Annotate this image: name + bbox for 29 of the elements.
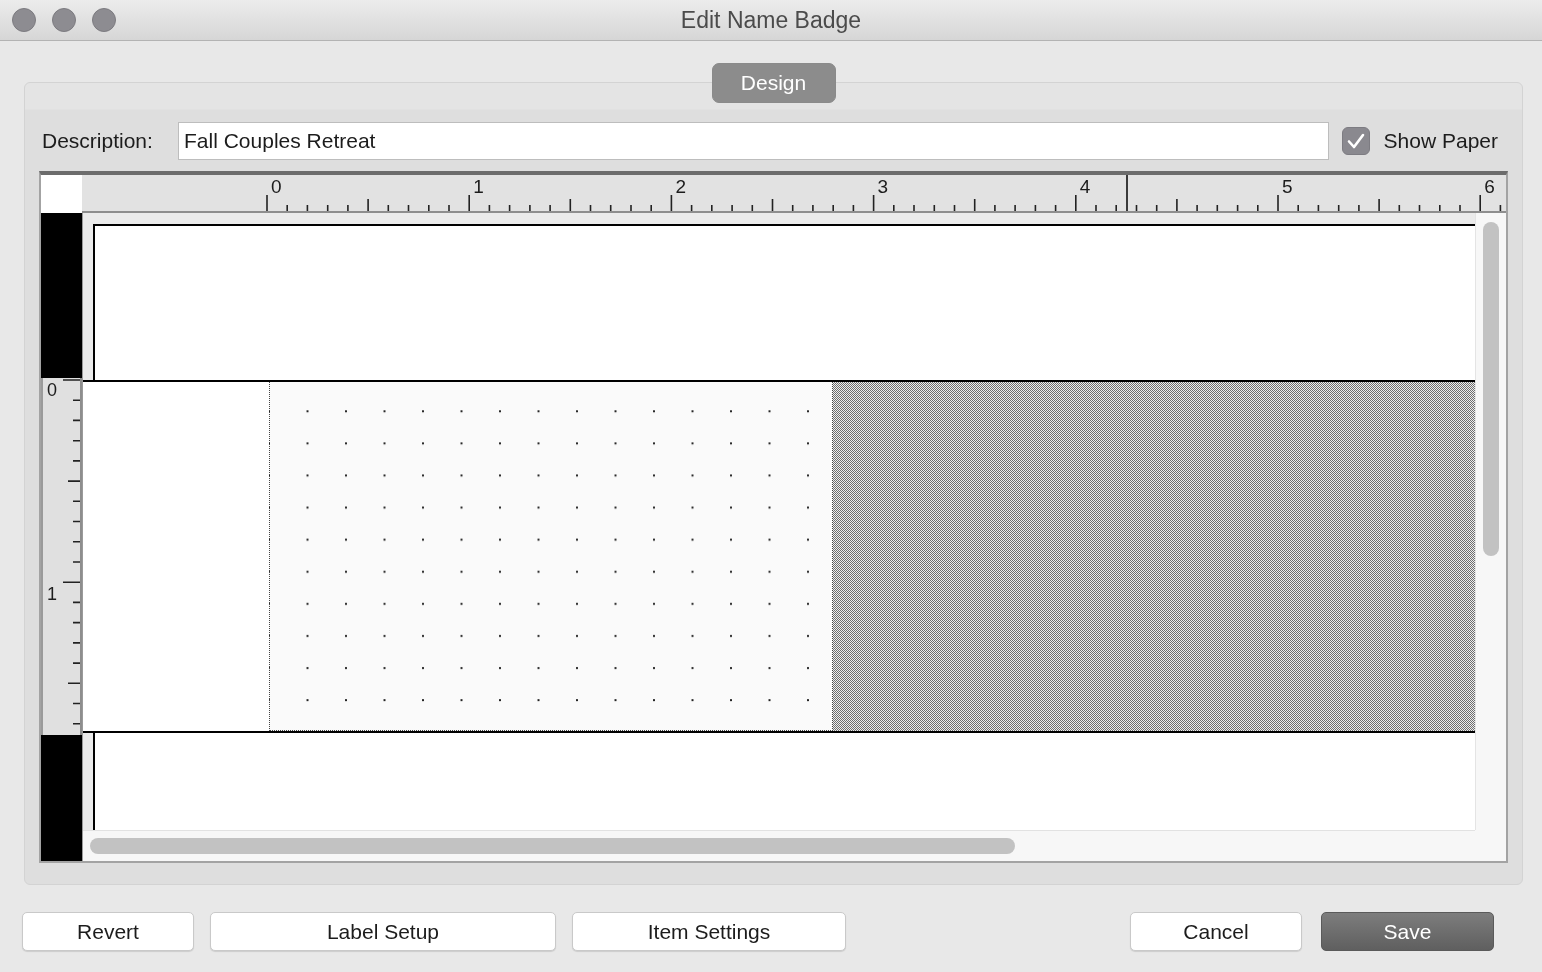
dialog-button[interactable]: Item Settings — [572, 912, 846, 951]
checkmark-icon — [1346, 133, 1365, 149]
ruler-label: 1 — [47, 585, 57, 605]
ruler-label: 6 — [1484, 177, 1495, 195]
vertical-scrollbar[interactable] — [1475, 213, 1506, 830]
ruler-label: 5 — [1281, 177, 1293, 195]
ruler-label: 1 — [473, 177, 484, 195]
horizontal-scrollbar[interactable] — [83, 830, 1475, 861]
ruler-label: 2 — [675, 177, 686, 195]
ruler-label: 0 — [47, 381, 57, 400]
show-paper-label: Show Paper — [1383, 129, 1498, 153]
show-paper-checkbox[interactable] — [1341, 127, 1370, 155]
ruler-label: 3 — [877, 177, 889, 195]
ruler-label: 4 — [1079, 177, 1091, 195]
ruler-label: 0 — [271, 177, 282, 195]
window-title: Edit Name Badge — [680, 6, 862, 34]
ruler-position-marker — [1126, 175, 1128, 211]
zoom-button[interactable] — [92, 8, 116, 32]
description-field[interactable]: Fall Couples Retreat — [178, 122, 1329, 160]
scroll-thumb[interactable] — [1483, 222, 1499, 556]
description-label: Description: — [42, 129, 153, 153]
scroll-thumb[interactable] — [90, 838, 1015, 854]
close-button[interactable] — [12, 8, 36, 32]
dialog-button[interactable]: Label Setup — [210, 912, 556, 951]
minimize-button[interactable] — [52, 8, 76, 32]
dialog-button[interactable]: Revert — [22, 912, 194, 951]
save-button[interactable]: Save — [1321, 912, 1494, 951]
dialog-button[interactable]: Cancel — [1130, 912, 1302, 951]
label-design-area[interactable] — [269, 382, 833, 731]
